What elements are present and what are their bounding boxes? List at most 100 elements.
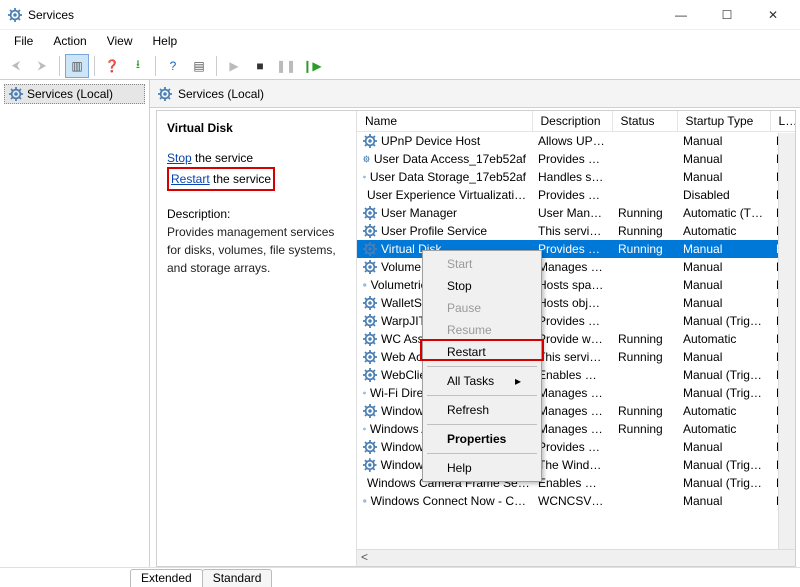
gear-icon xyxy=(363,350,377,364)
row-status xyxy=(612,186,677,204)
gear-icon xyxy=(9,87,23,101)
help-icon: ❓ xyxy=(105,59,120,73)
gear-icon xyxy=(363,296,377,310)
service-row[interactable]: User Profile ServiceThis service …Runnin… xyxy=(357,222,795,240)
ctx-restart[interactable]: Restart xyxy=(425,341,539,363)
app-icon xyxy=(8,8,22,22)
row-description: Provides su… xyxy=(532,186,612,204)
restart-service-link[interactable]: Restart xyxy=(171,172,210,186)
properties-button[interactable]: ▤ xyxy=(187,54,211,78)
col-startup[interactable]: Startup Type xyxy=(677,111,770,132)
horizontal-scrollbar[interactable]: < xyxy=(357,549,795,566)
row-startup: Automatic xyxy=(677,402,770,420)
row-name: User Data Storage_17eb52af xyxy=(370,170,526,184)
row-startup: Manual xyxy=(677,438,770,456)
tab-standard[interactable]: Standard xyxy=(202,569,273,587)
gear-icon xyxy=(363,314,377,328)
start-service-button[interactable]: ▶ xyxy=(222,54,246,78)
col-logon[interactable]: Log On As xyxy=(770,111,795,132)
row-startup: Manual xyxy=(677,168,770,186)
row-startup: Disabled xyxy=(677,186,770,204)
gear-icon xyxy=(363,224,377,238)
stop-service-link[interactable]: Stop xyxy=(167,151,192,165)
service-context-menu: Start Stop Pause Resume Restart All Task… xyxy=(422,250,542,482)
ctx-help[interactable]: Help xyxy=(425,457,539,479)
row-startup: Manual (Trig… xyxy=(677,474,770,492)
row-description: Provides Wi… xyxy=(532,438,612,456)
row-startup: Manual xyxy=(677,258,770,276)
ctx-sep xyxy=(427,366,537,367)
menu-bar: File Action View Help xyxy=(0,30,800,52)
row-name: User Data Access_17eb52af xyxy=(374,152,526,166)
ctx-all-tasks[interactable]: All Tasks▸ xyxy=(425,370,539,392)
row-startup: Manual xyxy=(677,150,770,168)
row-description: Provides m… xyxy=(532,240,612,258)
service-row[interactable]: User Data Storage_17eb52af Handles sto… Ma… xyxy=(357,168,795,186)
description-label: Description: xyxy=(167,205,346,223)
nav-forward-button[interactable]: ⮞ xyxy=(30,54,54,78)
service-row[interactable]: User ManagerUser Manag…RunningAutomatic … xyxy=(357,204,795,222)
gear-icon xyxy=(363,368,377,382)
ctx-sep xyxy=(427,453,537,454)
row-name: User Profile Service xyxy=(381,224,487,238)
row-status: Running xyxy=(612,222,677,240)
row-description: The Windo… xyxy=(532,456,612,474)
service-row[interactable]: User Data Access_17eb52afProvides ap…Man… xyxy=(357,150,795,168)
stop-service-button[interactable]: ■ xyxy=(248,54,272,78)
row-status xyxy=(612,132,677,151)
menu-help[interactable]: Help xyxy=(145,32,186,50)
row-description: Hosts objec… xyxy=(532,294,612,312)
export-button[interactable]: ⭳ xyxy=(126,54,150,78)
row-description: Enables Win… xyxy=(532,366,612,384)
ctx-properties[interactable]: Properties xyxy=(425,428,539,450)
row-status: Running xyxy=(612,420,677,438)
row-description: Manages au… xyxy=(532,402,612,420)
row-description: Handles sto… xyxy=(532,168,612,186)
nav-back-button[interactable]: ⮜ xyxy=(4,54,28,78)
properties-icon: ▤ xyxy=(193,59,204,73)
row-description: Manages co… xyxy=(532,384,612,402)
gear-icon xyxy=(363,332,377,346)
row-description: Hosts spatia… xyxy=(532,276,612,294)
gear-icon xyxy=(363,404,377,418)
gear-icon xyxy=(363,440,377,454)
export-icon: ⭳ xyxy=(136,55,140,76)
service-row[interactable]: User Experience Virtualizati…Provides su… xyxy=(357,186,795,204)
pause-service-button[interactable]: ❚❚ xyxy=(274,54,298,78)
minimize-button[interactable]: — xyxy=(658,0,704,30)
help-button[interactable]: ❓ xyxy=(100,54,124,78)
service-row[interactable]: Windows Connect Now - C…WCNCSVC …ManualL… xyxy=(357,492,795,510)
row-status xyxy=(612,150,677,168)
tree-root-services-local[interactable]: Services (Local) xyxy=(4,84,145,104)
row-startup: Automatic xyxy=(677,420,770,438)
detail-panel: Virtual Disk Stop the service Restart th… xyxy=(157,111,357,566)
row-startup: Automatic xyxy=(677,330,770,348)
ctx-refresh[interactable]: Refresh xyxy=(425,399,539,421)
maximize-button[interactable]: ☐ xyxy=(704,0,750,30)
col-description[interactable]: Description xyxy=(532,111,612,132)
row-status xyxy=(612,366,677,384)
menu-file[interactable]: File xyxy=(6,32,41,50)
row-status xyxy=(612,312,677,330)
description-text: Provides management services for disks, … xyxy=(167,223,346,277)
ctx-pause: Pause xyxy=(425,297,539,319)
vertical-scrollbar[interactable] xyxy=(778,133,795,566)
pane-title: Services (Local) xyxy=(178,87,264,101)
selected-service-name: Virtual Disk xyxy=(167,119,346,137)
service-row[interactable]: UPnP Device HostAllows UPn…ManualLoca xyxy=(357,132,795,151)
menu-view[interactable]: View xyxy=(99,32,141,50)
show-hide-tree-button[interactable]: ▥ xyxy=(65,54,89,78)
refresh-button[interactable]: ? xyxy=(161,54,185,78)
gear-icon xyxy=(158,87,172,101)
row-description: Provide ware … xyxy=(532,330,612,348)
ctx-stop[interactable]: Stop xyxy=(425,275,539,297)
window-title: Services xyxy=(28,8,74,22)
col-name[interactable]: Name xyxy=(357,111,532,132)
row-status: Running xyxy=(612,204,677,222)
col-status[interactable]: Status xyxy=(612,111,677,132)
menu-action[interactable]: Action xyxy=(45,32,94,50)
tab-extended[interactable]: Extended xyxy=(130,569,203,587)
pane-header: Services (Local) xyxy=(150,80,800,108)
close-button[interactable]: ✕ xyxy=(750,0,796,30)
restart-service-button[interactable]: ❙▶ xyxy=(300,54,324,78)
